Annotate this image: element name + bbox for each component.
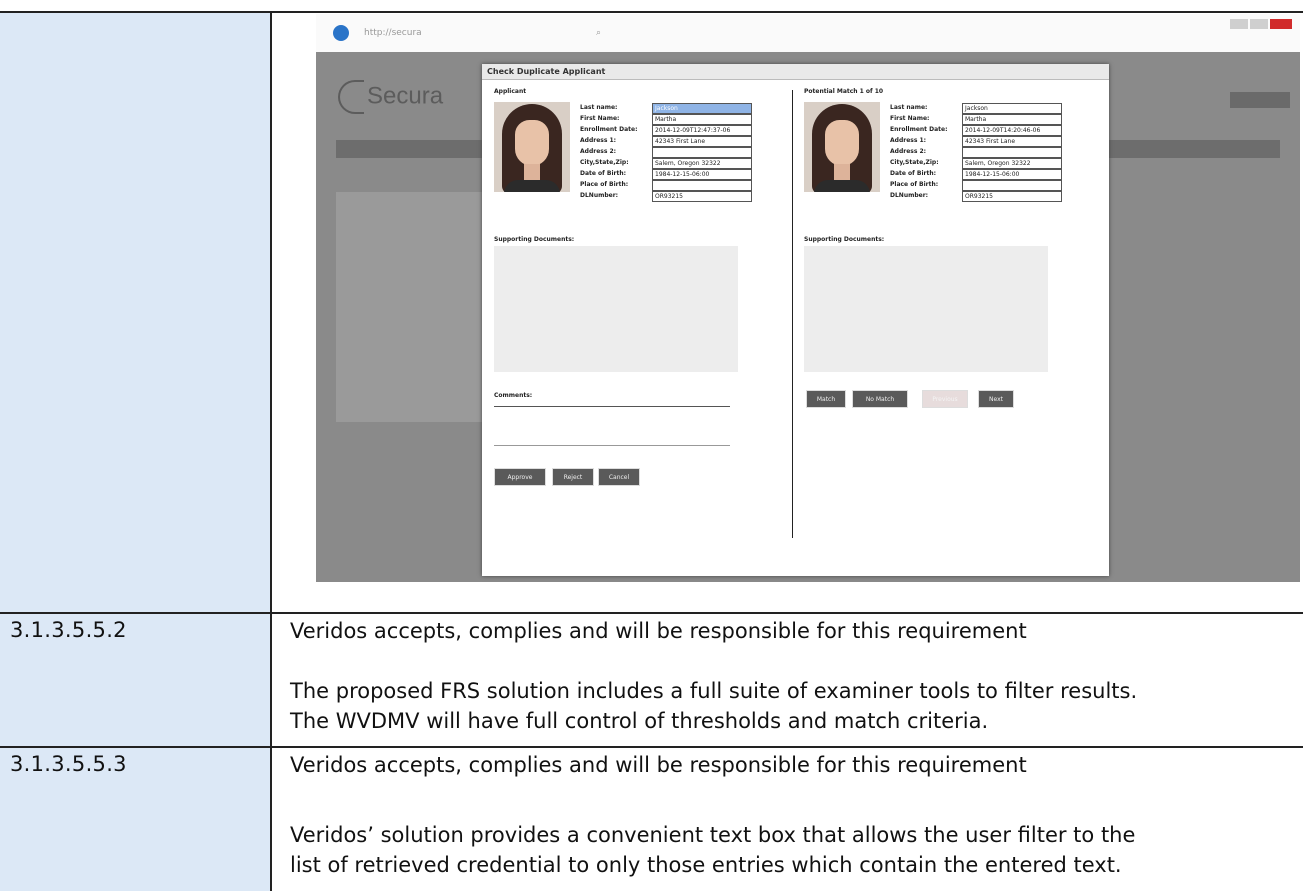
- field-value[interactable]: [962, 180, 1062, 191]
- field-value[interactable]: 2014-12-09T12:47:37-06: [652, 125, 752, 136]
- field-label: Enrollment Date:: [580, 126, 638, 133]
- app-logo: Secura: [338, 80, 443, 114]
- window-titlebar: http://secura ⌕: [316, 14, 1300, 52]
- approve-button[interactable]: Approve: [494, 468, 546, 486]
- field-label: First Name:: [890, 115, 930, 122]
- table-rule: [0, 746, 1303, 748]
- field-value[interactable]: 42343 First Lane: [652, 136, 752, 147]
- match-button[interactable]: Match: [806, 390, 846, 408]
- body-text-line: Veridos’ solution provides a convenient …: [290, 823, 1136, 847]
- field-value[interactable]: [962, 147, 1062, 158]
- field-value[interactable]: 2014-12-09T14:20:46-06: [962, 125, 1062, 136]
- field-label: Address 2:: [890, 148, 927, 155]
- requirement-response: Veridos accepts, complies and will be re…: [290, 753, 1027, 777]
- logout-button[interactable]: [1230, 92, 1290, 108]
- field-label: Address 1:: [890, 137, 927, 144]
- field-value[interactable]: Martha: [962, 114, 1062, 125]
- field-label: Date of Birth:: [890, 170, 937, 177]
- applicant-pane: Applicant Last name: Jackson First Name: Ma…: [492, 84, 792, 564]
- field-value[interactable]: 1984-12-15-06:00: [962, 169, 1062, 180]
- embedded-screenshot: http://secura ⌕ Secura Check Duplicate A…: [316, 14, 1300, 582]
- field-label: City,State,Zip:: [890, 159, 939, 166]
- window-controls: [1228, 14, 1292, 33]
- applicant-heading: Applicant: [494, 88, 527, 95]
- field-value[interactable]: OR93215: [652, 191, 752, 202]
- field-value[interactable]: Jackson: [652, 103, 752, 114]
- browser-icon: [333, 25, 349, 41]
- side-panel: [336, 192, 484, 422]
- search-icon: ⌕: [596, 28, 602, 38]
- field-label: Address 2:: [580, 148, 617, 155]
- field-value[interactable]: 1984-12-15-06:00: [652, 169, 752, 180]
- field-value[interactable]: Salem, Oregon 32322: [652, 158, 752, 169]
- field-label: Address 1:: [580, 137, 617, 144]
- supporting-documents-label: Supporting Documents:: [804, 236, 885, 243]
- requirement-response: Veridos accepts, complies and will be re…: [290, 619, 1027, 643]
- check-duplicate-dialog: Check Duplicate Applicant Applicant Last…: [482, 64, 1109, 576]
- field-value[interactable]: [652, 180, 752, 191]
- field-label: DLNumber:: [890, 192, 929, 199]
- field-label: Date of Birth:: [580, 170, 627, 177]
- field-label: City,State,Zip:: [580, 159, 629, 166]
- field-label: Enrollment Date:: [890, 126, 948, 133]
- address-bar: http://secura: [364, 28, 422, 38]
- table-border-top: [0, 11, 1303, 13]
- previous-button[interactable]: Previous: [922, 390, 968, 408]
- applicant-photo: [494, 102, 570, 192]
- field-value[interactable]: Salem, Oregon 32322: [962, 158, 1062, 169]
- field-value[interactable]: OR93215: [962, 191, 1062, 202]
- document-page: http://secura ⌕ Secura Check Duplicate A…: [0, 0, 1303, 891]
- section-number: 3.1.3.5.5.3: [10, 752, 127, 776]
- body-text-line: The proposed FRS solution includes a ful…: [290, 679, 1138, 703]
- dialog-title: Check Duplicate Applicant: [482, 64, 1109, 80]
- match-photo: [804, 102, 880, 192]
- field-label: Place of Birth:: [890, 181, 939, 188]
- supporting-documents-box[interactable]: [804, 246, 1048, 372]
- match-pane: Potential Match 1 of 10 Last name: Jackso…: [802, 84, 1102, 564]
- field-value[interactable]: Jackson: [962, 103, 1062, 114]
- cancel-button[interactable]: Cancel: [598, 468, 640, 486]
- reject-button[interactable]: Reject: [552, 468, 594, 486]
- field-value[interactable]: 42343 First Lane: [962, 136, 1062, 147]
- pane-divider: [792, 90, 793, 538]
- field-label: Last name:: [580, 104, 618, 111]
- no-match-button[interactable]: No Match: [852, 390, 908, 408]
- supporting-documents-box[interactable]: [494, 246, 738, 372]
- maximize-icon[interactable]: [1250, 19, 1268, 29]
- match-heading: Potential Match 1 of 10: [804, 88, 884, 95]
- body-text-line: list of retrieved credential to only tho…: [290, 853, 1122, 877]
- field-label: Place of Birth:: [580, 181, 629, 188]
- close-icon[interactable]: [1270, 19, 1292, 29]
- minimize-icon[interactable]: [1230, 19, 1248, 29]
- app-background: Secura Check Duplicate Applicant Applica…: [316, 52, 1300, 582]
- field-value[interactable]: Martha: [652, 114, 752, 125]
- column-divider: [270, 11, 272, 891]
- field-value[interactable]: [652, 147, 752, 158]
- comments-label: Comments:: [494, 392, 533, 399]
- comments-input[interactable]: [494, 406, 730, 446]
- table-rule: [0, 612, 1303, 614]
- supporting-documents-label: Supporting Documents:: [494, 236, 575, 243]
- field-label: Last name:: [890, 104, 928, 111]
- section-cell-blank: [0, 12, 270, 613]
- section-number: 3.1.3.5.5.2: [10, 618, 127, 642]
- body-text-line: The WVDMV will have full control of thre…: [290, 709, 989, 733]
- next-button[interactable]: Next: [978, 390, 1014, 408]
- field-label: DLNumber:: [580, 192, 619, 199]
- field-label: First Name:: [580, 115, 620, 122]
